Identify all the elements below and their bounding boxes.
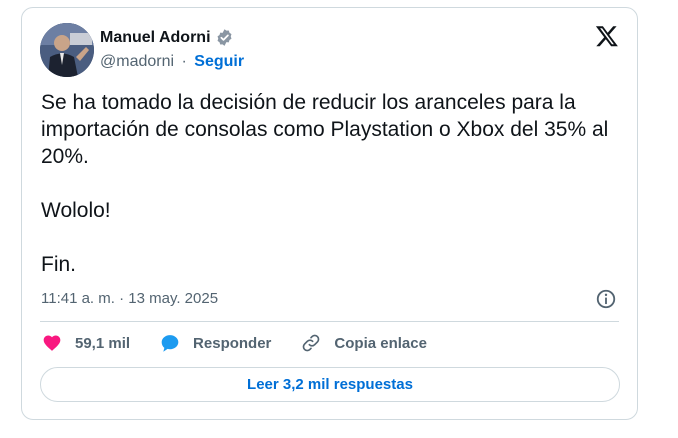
handle-separator: · [181,53,187,70]
copy-link-button[interactable]: Copia enlace [301,333,427,353]
tweet-text: Se ha tomado la decisión de reducir los … [41,91,609,276]
info-icon[interactable] [595,288,617,310]
read-replies-button[interactable]: Leer 3,2 mil respuestas [40,367,620,402]
copy-link-label: Copia enlace [334,334,427,352]
tweet-card: Manuel Adorni @madorni · Seguir Se ha to… [21,7,638,420]
follow-button[interactable]: Seguir [194,53,244,70]
divider [40,321,619,322]
x-logo-icon[interactable] [595,24,619,48]
avatar-image [40,23,94,77]
reply-label: Responder [193,334,272,352]
like-count: 59,1 mil [75,334,131,352]
heart-icon [43,335,61,351]
action-bar: 59,1 mil Responder Copia enlace [42,333,457,353]
reply-button[interactable]: Responder [160,333,271,353]
speech-bubble-icon [161,335,179,352]
link-icon [303,334,320,352]
author-handle[interactable]: @madorni [100,53,174,70]
author-name[interactable]: Manuel Adorni [100,29,211,47]
verified-badge-icon [217,29,231,46]
avatar[interactable] [40,23,94,77]
like-button[interactable]: 59,1 mil [42,333,130,353]
tweet-timestamp[interactable]: 11:41 a. m. · 13 may. 2025 [41,290,218,307]
